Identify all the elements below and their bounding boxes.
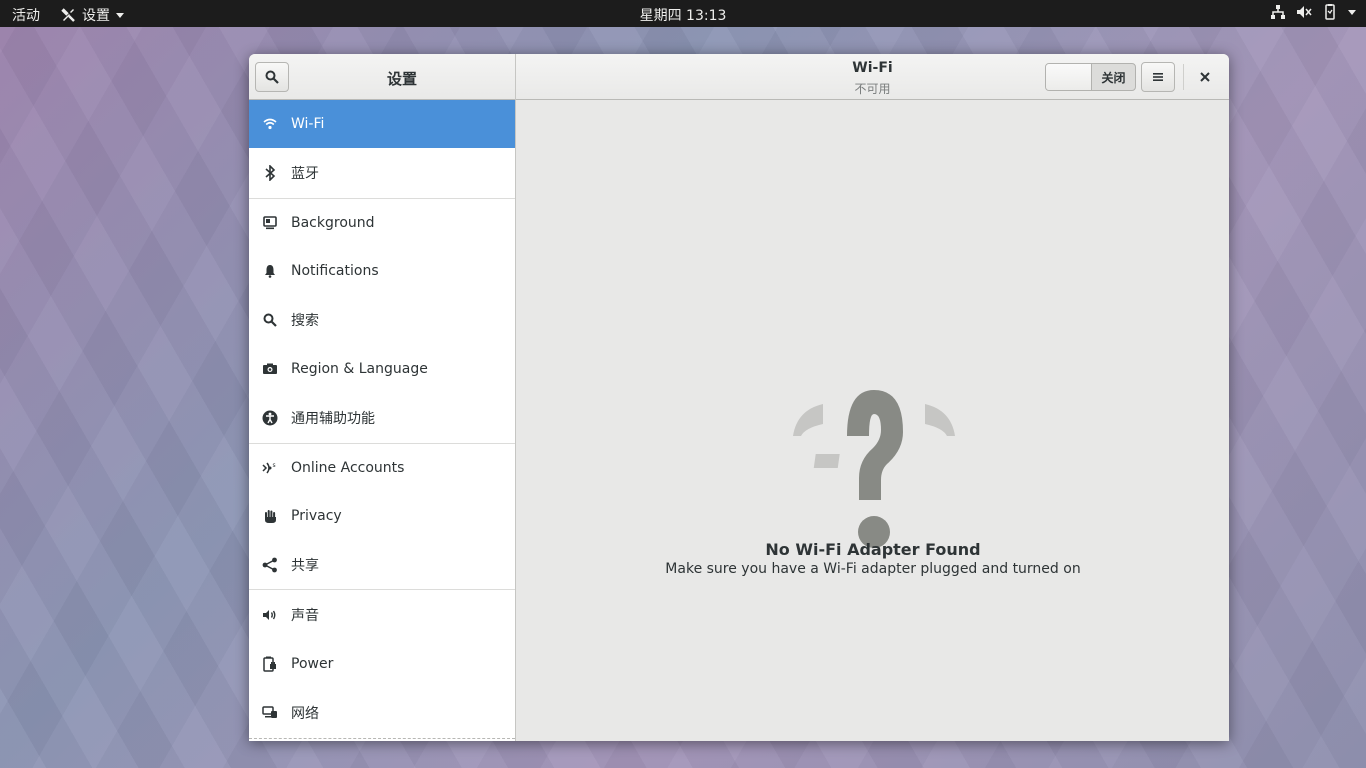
sidebar-item-label: 共享: [291, 557, 319, 574]
search-icon: [249, 313, 291, 327]
sidebar-item-label: Wi-Fi: [291, 116, 325, 132]
background-icon: [249, 216, 291, 230]
battery-icon: [1325, 4, 1335, 20]
close-icon: [1200, 72, 1210, 82]
sidebar-item-sharing[interactable]: 共享: [249, 540, 515, 589]
sidebar-item-label: Power: [291, 656, 334, 672]
sidebar: Wi-Fi 蓝牙 Background Notifications 搜索 Reg…: [249, 100, 516, 741]
sidebar-item-search[interactable]: 搜索: [249, 295, 515, 345]
sidebar-item-bluetooth[interactable]: 蓝牙: [249, 148, 515, 198]
sidebar-title: 设置: [386, 70, 417, 88]
panel-header: Wi-Fi 不可用 关闭: [516, 54, 1229, 100]
activities-button[interactable]: 活动: [12, 5, 40, 25]
wifi-panel: No Wi-Fi Adapter Found Make sure you hav…: [517, 100, 1229, 741]
sidebar-item-label: Notifications: [291, 263, 379, 279]
hamburger-menu-button[interactable]: [1141, 62, 1175, 92]
accessibility-icon: [249, 410, 291, 426]
search-button[interactable]: [255, 62, 289, 92]
switch-knob: [1046, 64, 1092, 90]
clock[interactable]: 星期四 13:13: [640, 8, 727, 24]
system-menu-chevron-icon: [1348, 9, 1356, 15]
app-menu-button[interactable]: 设置: [60, 5, 124, 25]
sidebar-item-label: 蓝牙: [291, 166, 319, 182]
online-accounts-icon: s: [249, 461, 291, 475]
sidebar-item-label: 声音: [291, 608, 319, 624]
sidebar-item-label: 搜索: [291, 313, 319, 329]
settings-tools-icon: [61, 8, 75, 22]
power-icon: [249, 656, 291, 672]
volume-muted-icon: [1297, 6, 1312, 18]
wifi-toggle-switch[interactable]: 关闭: [1045, 63, 1136, 91]
header-separator: [1183, 64, 1184, 90]
share-icon: [249, 557, 291, 573]
hand-icon: [249, 509, 291, 524]
sidebar-item-wifi[interactable]: Wi-Fi: [249, 100, 515, 148]
sidebar-header: 设置: [249, 54, 516, 100]
sidebar-item-label: Privacy: [291, 508, 342, 524]
chevron-down-icon: [116, 12, 124, 18]
empty-state-description: Make sure you have a Wi-Fi adapter plugg…: [665, 561, 1081, 577]
sidebar-item-region-language[interactable]: Region & Language: [249, 345, 515, 393]
app-menu-label: 设置: [82, 8, 110, 24]
sidebar-item-label: Online Accounts: [291, 460, 405, 476]
svg-text:s: s: [273, 462, 276, 469]
question-mark-wifi-icon: [793, 390, 955, 548]
scroll-edge-indicator: [249, 738, 515, 739]
header-bar: 设置 Wi-Fi 不可用 关闭: [249, 54, 1229, 100]
sidebar-item-online-accounts[interactable]: s Online Accounts: [249, 444, 515, 492]
switch-label: 关闭: [1101, 71, 1126, 85]
sidebar-item-power[interactable]: Power: [249, 640, 515, 688]
sidebar-item-accessibility[interactable]: 通用辅助功能: [249, 393, 515, 443]
close-button[interactable]: [1188, 62, 1222, 92]
sidebar-item-label: Region & Language: [291, 361, 428, 377]
empty-state-title: No Wi-Fi Adapter Found: [765, 540, 981, 559]
camera-icon: [249, 363, 291, 375]
sidebar-item-label: 通用辅助功能: [291, 411, 375, 427]
sidebar-item-network[interactable]: 网络: [249, 688, 515, 738]
settings-window: 设置 Wi-Fi 不可用 关闭 Wi-Fi 蓝牙 Background Noti…: [249, 54, 1229, 741]
sidebar-item-notifications[interactable]: Notifications: [249, 247, 515, 295]
sidebar-item-label: Background: [291, 215, 375, 231]
system-tray[interactable]: [1270, 4, 1356, 20]
bluetooth-icon: [249, 165, 291, 181]
bell-icon: [249, 264, 291, 278]
sidebar-item-sound[interactable]: 声音: [249, 590, 515, 640]
wifi-icon: [249, 117, 291, 131]
network-icon: [1271, 5, 1285, 19]
search-icon: [265, 70, 279, 84]
sidebar-item-privacy[interactable]: Privacy: [249, 492, 515, 540]
network-icon: [249, 706, 291, 720]
speaker-icon: [249, 608, 291, 622]
menu-icon: [1153, 73, 1163, 81]
sidebar-item-background[interactable]: Background: [249, 199, 515, 247]
sidebar-item-label: 网络: [291, 706, 319, 722]
top-bar: 活动 设置 星期四 13:13: [0, 0, 1366, 27]
